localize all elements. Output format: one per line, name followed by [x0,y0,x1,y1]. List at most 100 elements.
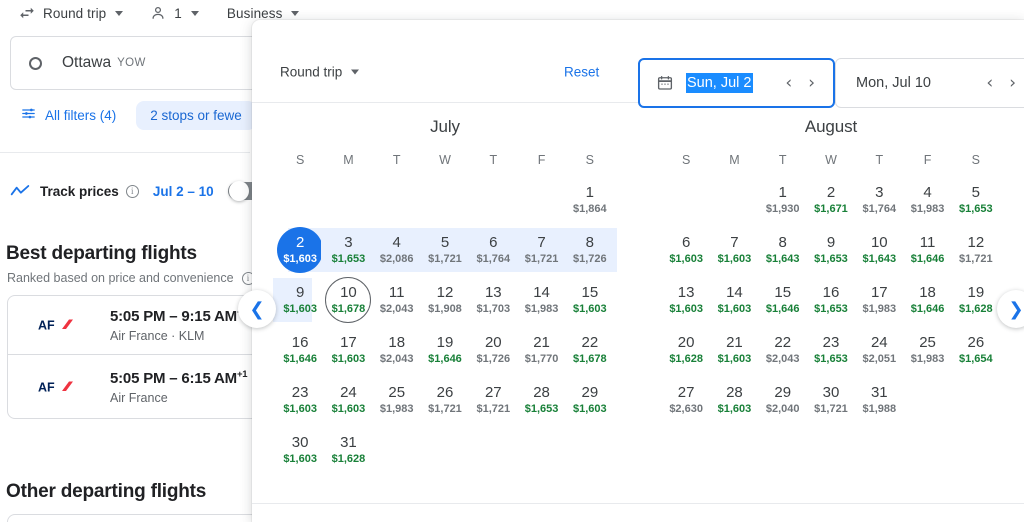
calendar-day-cell[interactable]: 7 $1,603 [710,225,758,275]
calendar-day-cell[interactable]: 17 $1,983 [855,275,903,325]
tune-icon [20,105,37,125]
calendar-day-cell[interactable]: 1 $1,864 [566,175,614,225]
calendar-day-cell[interactable]: 27 $2,630 [662,375,710,425]
calendar-day-cell[interactable]: 21 $1,770 [517,325,565,375]
calendar-day-cell[interactable]: 6 $1,603 [662,225,710,275]
return-date-field[interactable]: Mon, Jul 10 ‹ › [835,58,1024,108]
calendar-day-cell[interactable]: 30 $1,603 [276,425,324,475]
departure-date-field[interactable]: Sun, Jul 2 ‹ › [638,58,835,108]
calendar-day-cell[interactable]: 22 $2,043 [759,325,807,375]
calendar-day-cell[interactable]: 28 $1,603 [710,375,758,425]
all-filters-button[interactable]: All filters (4) [14,101,122,129]
calendar-day-cell[interactable]: 9 $1,603 [273,275,324,325]
calendar-day-cell[interactable]: 31 $1,988 [855,375,903,425]
weekday-label: T [489,153,498,167]
calendar-day-cell[interactable]: 14 $1,603 [710,275,758,325]
calendar-day-cell[interactable]: 11 $2,043 [373,275,421,325]
calendar-day-cell[interactable]: 16 $1,646 [276,325,324,375]
calendar-day-cell[interactable]: 19 $1,628 [952,275,1000,325]
reset-button[interactable]: Reset [564,65,599,80]
calendar-day-cell[interactable]: 1 $1,930 [759,175,807,225]
calendar-day-cell[interactable]: 10 $1,643 [855,225,903,275]
calendar-day-cell[interactable]: 25 $1,983 [903,325,951,375]
departure-date-value[interactable]: Sun, Jul 2 [686,73,753,93]
passenger-selector[interactable]: 1 [145,1,203,25]
calendar-day-cell[interactable]: 2 $1,671 [807,175,855,225]
day-number: 14 [726,284,743,301]
calendar-day-cell[interactable]: 27 $1,721 [469,375,517,425]
trip-type-selector[interactable]: Round trip [14,1,127,25]
day-number: 26 [436,384,454,401]
info-icon[interactable]: i [125,184,139,198]
return-date-value[interactable]: Mon, Jul 10 [856,75,931,91]
calendar-day-cell[interactable]: 24 $1,603 [324,375,372,425]
day-price: $1,603 [573,303,607,315]
calendar-day-cell[interactable]: 12 $1,721 [952,225,1000,275]
calendar-day-cell[interactable]: 9 $1,653 [807,225,855,275]
calendar-day-cell[interactable]: 18 $1,646 [903,275,951,325]
calendar-day-cell[interactable]: 11 $1,646 [903,225,951,275]
day-number: 12 [436,284,454,301]
day-price: $1,653 [524,403,559,415]
day-number: 17 [870,284,888,301]
return-next-day-button[interactable]: › [1009,74,1016,92]
panel-trip-type-selector[interactable]: Round trip [280,65,360,80]
calendar-day-cell[interactable]: 15 $1,646 [759,275,807,325]
day-number: 5 [971,184,981,201]
calendar-day-cell[interactable]: 3 $1,764 [855,175,903,225]
calendar-day-cell[interactable]: 4 $1,983 [903,175,951,225]
calendar-day-cell[interactable]: 12 $1,908 [421,275,469,325]
previous-months-button[interactable]: ❮ [238,290,276,328]
calendar-day-cell[interactable]: 23 $1,603 [276,375,324,425]
calendar-day-cell[interactable]: 4 $2,086 [369,225,424,275]
calendar-day-cell[interactable]: 13 $1,703 [469,275,517,325]
calendar-day-cell[interactable]: 29 $2,040 [759,375,807,425]
day-price: $1,603 [283,303,317,315]
calendar-grid: 1 $1,930 2 $1,671 3 $1,764 4 $1,983 5 $1,653 6 $1,6… [638,175,1024,425]
chevron-down-icon [190,10,199,16]
calendar-day-cell[interactable]: 20 $1,726 [469,325,517,375]
calendar-day-cell[interactable]: 30 $1,721 [807,375,855,425]
day-price: $1,930 [765,203,800,215]
return-prev-day-button[interactable]: ‹ [986,74,993,92]
calendar-day-cell[interactable]: 7 $1,721 [514,225,569,275]
day-price: $1,603 [669,303,703,315]
calendar-day-cell[interactable]: 5 $1,653 [952,175,1000,225]
calendar-day-cell[interactable]: 22 $1,678 [566,325,614,375]
calendar-day-cell[interactable]: 26 $1,721 [421,375,469,425]
calendar-day-cell[interactable]: 13 $1,603 [662,275,710,325]
calendar-day-cell[interactable]: 19 $1,646 [421,325,469,375]
calendar-day-cell[interactable]: 17 $1,603 [324,325,372,375]
calendar-day-cell[interactable]: 14 $1,983 [517,275,565,325]
calendar-day-cell[interactable]: 18 $2,043 [373,325,421,375]
calendar-day-cell[interactable]: 26 $1,654 [952,325,1000,375]
day-price: $1,653 [331,253,366,265]
calendar-day-cell[interactable]: 25 $1,983 [373,375,421,425]
calendar-day-cell[interactable]: 31 $1,628 [324,425,372,475]
calendar-day-cell[interactable]: 5 $1,721 [417,225,473,275]
circle-outline-icon [29,56,42,70]
calendar-day-cell[interactable]: 23 $1,653 [807,325,855,375]
calendar-day-cell[interactable]: 24 $2,051 [855,325,903,375]
calendar-day-cell[interactable]: 8 $1,643 [759,225,807,275]
day-price: $1,628 [331,453,366,465]
day-number: 31 [870,384,888,401]
calendar-day-cell[interactable]: 6 $1,764 [466,225,521,275]
calendar-day-cell[interactable]: 8 $1,726 [562,225,617,275]
calendar-day-cell[interactable]: 29 $1,603 [566,375,614,425]
calendar-day-cell[interactable]: 10 $1,678 [324,275,372,325]
calendar-day-cell[interactable]: 20 $1,628 [662,325,710,375]
calendar-day-cell[interactable]: 15 $1,603 [566,275,614,325]
calendar-day-cell[interactable]: 28 $1,653 [517,375,565,425]
day-price: $1,721 [959,253,993,265]
departure-next-day-button[interactable]: › [808,74,815,92]
calendar-day-cell[interactable]: 21 $1,603 [710,325,758,375]
departure-prev-day-button[interactable]: ‹ [785,74,792,92]
calendar-day-cell[interactable]: 3 $1,653 [321,225,376,275]
calendar-day-cell[interactable]: 2 $1,603 [276,225,328,275]
day-number: 18 [919,284,936,301]
air-france-logo: AF [38,379,92,395]
calendar-day-cell[interactable]: 16 $1,653 [807,275,855,325]
stops-filter-chip[interactable]: 2 stops or fewe [136,100,256,130]
day-number: 9 [295,284,305,301]
